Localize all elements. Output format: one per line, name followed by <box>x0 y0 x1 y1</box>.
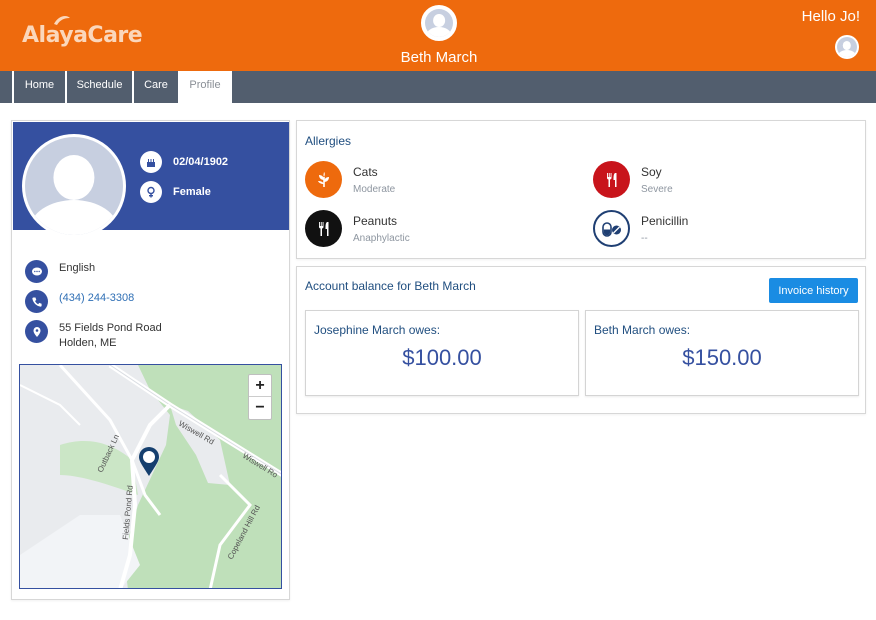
tab-care[interactable]: Care <box>132 71 178 103</box>
phone-link[interactable]: (434) 244-3308 <box>59 291 134 306</box>
fork-knife-icon <box>305 210 342 247</box>
alayacare-logo[interactable]: AlayaCare <box>22 14 143 54</box>
map-zoom-control: + − <box>248 374 272 420</box>
account-balance-card: Account balance for Beth March Invoice h… <box>296 266 866 414</box>
birthdate-row: 02/04/1902 <box>140 151 228 173</box>
owe-box: Beth March owes: $150.00 <box>585 310 859 396</box>
allergy-severity: Anaphylactic <box>353 233 410 244</box>
owe-box: Josephine March owes: $100.00 <box>305 310 579 396</box>
allergy-severity: -- <box>641 233 648 244</box>
fork-knife-icon <box>593 161 630 198</box>
allergy-item: Soy Severe <box>593 161 673 198</box>
patient-name: Beth March <box>400 49 478 66</box>
app-header: AlayaCare Beth March Hello Jo! <box>0 0 876 71</box>
language-row: English <box>25 260 95 283</box>
map-marker-icon[interactable] <box>138 447 160 477</box>
gender-row: Female <box>140 181 211 203</box>
patient-avatar <box>421 5 457 41</box>
tab-home[interactable]: Home <box>12 71 65 103</box>
gender-value: Female <box>173 186 211 198</box>
map-canvas: Wiswell Rd Outback Ln Fields Pond Rd Wis… <box>20 365 281 588</box>
allergies-card: Allergies Cats Moderate Soy Severe Peanu… <box>296 120 866 259</box>
allergy-name: Cats <box>353 165 378 179</box>
phone-row[interactable]: (434) 244-3308 <box>25 290 134 313</box>
owed-amount: $150.00 <box>682 345 762 370</box>
phone-icon <box>25 290 48 313</box>
pill-icon <box>593 210 630 247</box>
ower-label: Josephine March owes: <box>314 323 441 337</box>
ower-label: Beth March owes: <box>594 323 691 337</box>
invoice-history-button[interactable]: Invoice history <box>769 278 858 303</box>
owed-amount: $100.00 <box>402 345 482 370</box>
allergy-item: Peanuts Anaphylactic <box>305 210 410 247</box>
allergy-severity: Severe <box>641 184 673 195</box>
leaf-icon <box>305 161 342 198</box>
allergy-item: Cats Moderate <box>305 161 395 198</box>
address-line2: Holden, ME <box>59 337 117 349</box>
main-nav: Home Schedule Care Profile <box>0 71 876 103</box>
tab-schedule[interactable]: Schedule <box>65 71 132 103</box>
birthdate-value: 02/04/1902 <box>173 156 229 168</box>
user-avatar-icon[interactable] <box>835 35 859 59</box>
language-value: English <box>59 262 96 274</box>
address-row: 55 Fields Pond Road Holden, ME <box>25 320 162 351</box>
profile-photo <box>22 134 126 238</box>
balance-title: Account balance for Beth March <box>305 279 476 293</box>
allergy-name: Peanuts <box>353 214 398 228</box>
user-greeting: Hello Jo! <box>801 8 860 25</box>
patient-header[interactable]: Beth March <box>384 5 494 66</box>
zoom-in-button[interactable]: + <box>249 375 271 397</box>
allergy-item: Penicillin -- <box>593 210 688 247</box>
allergy-name: Penicillin <box>641 214 689 228</box>
address-map[interactable]: Wiswell Rd Outback Ln Fields Pond Rd Wis… <box>19 364 282 589</box>
allergy-severity: Moderate <box>353 184 396 195</box>
allergies-title: Allergies <box>305 134 352 148</box>
chat-bubble-icon <box>25 260 48 283</box>
cake-icon <box>140 151 162 173</box>
location-pin-icon <box>25 320 48 343</box>
logo-text: AlayaCare <box>22 23 143 48</box>
tab-profile[interactable]: Profile <box>178 71 232 103</box>
zoom-out-button[interactable]: − <box>249 397 271 419</box>
address-line1: 55 Fields Pond Road <box>59 322 162 334</box>
profile-card: 02/04/1902 Female English (434) 244-3308… <box>11 120 290 600</box>
allergy-name: Soy <box>641 165 662 179</box>
female-icon <box>140 181 162 203</box>
